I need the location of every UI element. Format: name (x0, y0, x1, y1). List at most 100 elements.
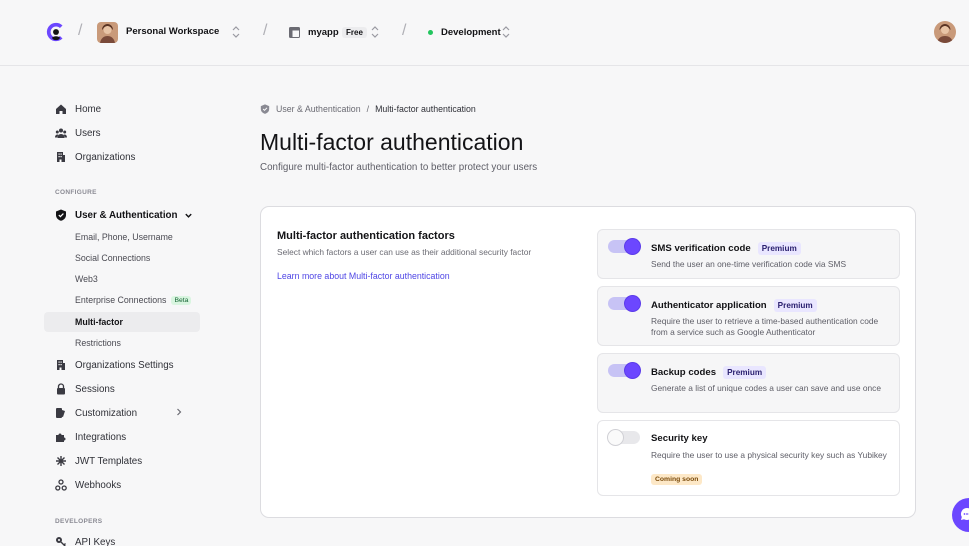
factor-description: Send the user an one-time verification c… (651, 259, 847, 269)
sidebar-item-sessions[interactable]: Sessions (44, 379, 200, 399)
chevron-up-down-icon[interactable] (371, 25, 379, 39)
section-label-developers: DEVELOPERS (55, 518, 103, 525)
beta-badge: Beta (171, 295, 192, 305)
sidebar-item-label: Enterprise Connections (75, 295, 167, 305)
factor-name: SMS verification code (651, 243, 751, 254)
top-bar: / Personal Workspace / myapp Free / Deve… (0, 0, 969, 66)
factor-security-key: Security key Require the user to use a p… (597, 420, 900, 496)
sidebar-item-api-keys[interactable]: API Keys (44, 532, 200, 546)
separator: / (263, 22, 268, 39)
environment-name[interactable]: Development (441, 27, 501, 38)
sidebar-item-label: User & Authentication (75, 209, 178, 221)
puzzle-icon (55, 431, 67, 443)
sidebar-item-organizations-settings[interactable]: Organizations Settings (44, 355, 200, 375)
page-subtitle: Configure multi-factor authentication to… (260, 162, 538, 173)
security-key-toggle[interactable] (608, 430, 640, 445)
sidebar-item-label: Users (75, 127, 101, 139)
sidebar-item-label: JWT Templates (75, 455, 143, 467)
factor-description: Require the user to use a physical secur… (651, 450, 887, 460)
learn-more-link[interactable]: Learn more about Multi-factor authentica… (277, 271, 450, 281)
factor-title: Authenticator application Premium (651, 299, 817, 312)
brush-icon (55, 407, 67, 419)
sidebar-subitem-web3[interactable]: Web3 (44, 269, 200, 289)
section-label-configure: CONFIGURE (55, 189, 97, 196)
sidebar-item-webhooks[interactable]: Webhooks (44, 475, 200, 495)
sidebar-subitem-social-connections[interactable]: Social Connections (44, 248, 200, 268)
premium-badge: Premium (773, 299, 817, 312)
breadcrumb-parent[interactable]: User & Authentication (276, 104, 361, 114)
sidebar-item-user-authentication[interactable]: User & Authentication (44, 205, 200, 225)
breadcrumb-separator: / (366, 104, 370, 114)
page-title: Multi-factor authentication (260, 129, 524, 155)
factor-title: Backup codes Premium (651, 366, 767, 379)
webhook-icon (55, 479, 67, 491)
sidebar-item-label: Webhooks (75, 479, 122, 491)
users-icon (55, 127, 67, 139)
app-name[interactable]: myapp (308, 27, 339, 38)
premium-badge: Premium (757, 242, 801, 255)
sidebar-subitem-restrictions[interactable]: Restrictions (44, 333, 200, 353)
chevron-right-icon (177, 408, 182, 416)
sidebar-item-label: Organizations (75, 151, 136, 163)
sidebar-subitem-enterprise-connections[interactable]: Enterprise Connections Beta (44, 290, 200, 310)
shield-icon (55, 209, 67, 221)
shield-icon (260, 104, 270, 114)
factor-name: Authenticator application (651, 300, 767, 311)
sidebar-item-customization[interactable]: Customization (44, 403, 200, 423)
sidebar-item-jwt-templates[interactable]: JWT Templates (44, 451, 200, 471)
separator: / (78, 22, 83, 39)
sidebar-item-label: Integrations (75, 431, 127, 443)
lock-icon (55, 383, 67, 395)
sidebar-item-home[interactable]: Home (44, 99, 200, 119)
factor-description: Require the user to retrieve a time-base… (651, 316, 879, 337)
sidebar-item-label: Customization (75, 407, 138, 419)
mfa-factors-card: Multi-factor authentication factors Sele… (260, 206, 916, 518)
workspace-name[interactable]: Personal Workspace (126, 26, 219, 37)
jwt-icon (55, 455, 67, 467)
factor-title: Security key (651, 433, 708, 444)
authenticator-toggle[interactable] (608, 296, 640, 311)
workspace-avatar (97, 22, 118, 43)
sidebar-item-label: Home (75, 103, 102, 115)
toggle-knob (625, 239, 640, 254)
sms-toggle[interactable] (608, 239, 640, 254)
breadcrumb-current: Multi-factor authentication (375, 104, 476, 114)
chat-support-button[interactable] (952, 498, 969, 532)
plan-badge: Free (342, 27, 367, 38)
backup-codes-toggle[interactable] (608, 363, 640, 378)
sidebar-item-integrations[interactable]: Integrations (44, 427, 200, 447)
chat-icon (961, 508, 969, 520)
sidebar-item-label: Social Connections (75, 253, 151, 263)
key-icon (55, 536, 67, 546)
environment-status-dot (428, 30, 433, 35)
sidebar-item-label: Multi-factor (75, 317, 123, 327)
coming-soon-badge: Coming soon (651, 474, 703, 485)
factor-authenticator-app: Authenticator application Premium Requir… (597, 286, 900, 346)
factor-backup-codes: Backup codes Premium Generate a list of … (597, 353, 900, 413)
separator: / (402, 22, 407, 39)
app-icon (289, 27, 300, 38)
chevron-up-down-icon[interactable] (232, 25, 240, 39)
chevron-down-icon (184, 213, 192, 218)
sidebar-item-label: Web3 (75, 274, 98, 284)
sidebar-subitem-multi-factor[interactable]: Multi-factor (44, 312, 200, 332)
chevron-up-down-icon[interactable] (502, 25, 510, 39)
sidebar-subitem-email-phone-username[interactable]: Email, Phone, Username (44, 227, 200, 247)
card-description: Select which factors a user can use as t… (277, 247, 532, 257)
toggle-knob (625, 363, 640, 378)
factor-name: Backup codes (651, 367, 717, 378)
sidebar-item-label: API Keys (75, 536, 116, 546)
breadcrumb: User & Authentication / Multi-factor aut… (260, 104, 476, 114)
sidebar-item-label: Sessions (75, 383, 115, 395)
sidebar-item-label: Email, Phone, Username (75, 232, 173, 242)
home-icon (55, 103, 67, 115)
factor-description: Generate a list of unique codes a user c… (651, 383, 881, 393)
sidebar-item-users[interactable]: Users (44, 123, 200, 143)
clerk-logo-icon[interactable] (45, 21, 67, 43)
card-title: Multi-factor authentication factors (277, 230, 455, 242)
sidebar-item-organizations[interactable]: Organizations (44, 147, 200, 167)
user-avatar[interactable] (934, 21, 956, 43)
factor-sms-verification: SMS verification code Premium Send the u… (597, 229, 900, 279)
sidebar-item-label: Restrictions (75, 338, 121, 348)
building-icon (55, 151, 67, 163)
